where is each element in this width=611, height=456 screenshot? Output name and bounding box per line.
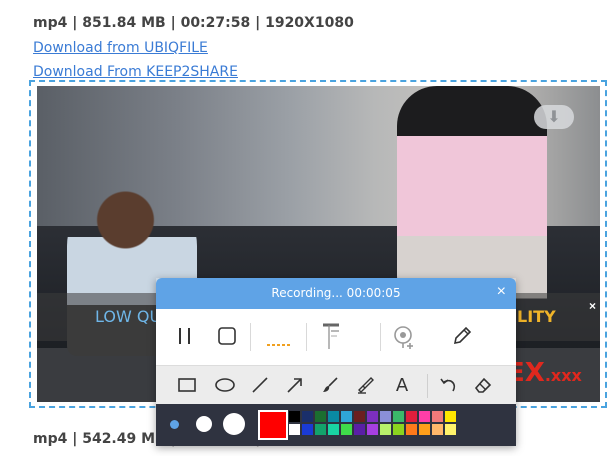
recording-controls-row: [156, 309, 516, 365]
brush-size-medium[interactable]: [196, 416, 212, 432]
webcam-icon: [394, 326, 413, 349]
ad-close-button[interactable]: ×: [589, 299, 596, 313]
separator: [380, 323, 381, 351]
recording-status: Recording... 00:00:05: [271, 286, 401, 300]
watermark-logo: EX.xxx: [507, 358, 582, 388]
color-swatch[interactable]: [301, 410, 314, 423]
eraser-icon: [474, 377, 492, 393]
color-swatch[interactable]: [327, 423, 340, 436]
color-swatch[interactable]: [327, 410, 340, 423]
drawing-tools-row: A: [156, 365, 516, 405]
color-swatch[interactable]: [444, 410, 457, 423]
separator: [306, 323, 307, 351]
color-palette: [288, 410, 457, 436]
color-swatch[interactable]: [431, 410, 444, 423]
color-swatch[interactable]: [366, 423, 379, 436]
color-swatch[interactable]: [418, 423, 431, 436]
brush-size-small[interactable]: [170, 420, 179, 429]
undo-button[interactable]: [437, 375, 459, 395]
eraser-tool[interactable]: [472, 375, 494, 395]
color-swatch[interactable]: [392, 423, 405, 436]
color-swatch[interactable]: [314, 423, 327, 436]
pause-icon: [179, 328, 190, 344]
color-swatch[interactable]: [431, 423, 444, 436]
pause-button[interactable]: [174, 323, 196, 349]
selected-color-swatch[interactable]: [258, 410, 288, 440]
file-meta-top: mp4 | 851.84 MB | 00:27:58 | 1920X1080: [33, 15, 354, 31]
arrow-tool[interactable]: [284, 375, 306, 395]
color-swatch[interactable]: [301, 423, 314, 436]
ad-banner-text-left: LOW QU: [95, 307, 162, 326]
stop-button[interactable]: [214, 323, 240, 349]
brush-size-large[interactable]: [223, 413, 245, 435]
line-style-button[interactable]: [264, 327, 294, 351]
ad-banner-text-right: LITY: [517, 307, 556, 326]
recording-header: Recording... 00:00:05 ×: [156, 278, 516, 309]
line-weight-button[interactable]: [318, 321, 344, 351]
color-swatch[interactable]: [379, 423, 392, 436]
color-swatch[interactable]: [340, 410, 353, 423]
highlighter-tool[interactable]: [354, 375, 376, 395]
color-swatch[interactable]: [288, 423, 301, 436]
close-recording-button[interactable]: ×: [497, 283, 506, 301]
brush-icon: [323, 377, 338, 392]
color-swatch[interactable]: [314, 410, 327, 423]
rectangle-icon: [178, 378, 196, 392]
separator: [250, 323, 251, 351]
color-swatch[interactable]: [288, 410, 301, 423]
ellipse-tool[interactable]: [214, 375, 236, 395]
color-swatch[interactable]: [444, 423, 457, 436]
webcam-button[interactable]: [390, 323, 416, 351]
color-swatch[interactable]: [379, 410, 392, 423]
brush-tool[interactable]: [319, 375, 341, 395]
text-tool[interactable]: A: [391, 373, 413, 397]
color-size-row: [156, 404, 516, 446]
ellipse-icon: [215, 378, 235, 392]
line-style-icon: [267, 344, 291, 346]
recording-panel: Recording... 00:00:05 × A: [156, 278, 516, 446]
cloud-download-icon[interactable]: ⬇: [534, 105, 574, 129]
stop-icon: [218, 327, 236, 345]
separator: [427, 374, 428, 398]
undo-icon: [440, 378, 456, 392]
arrow-icon: [287, 378, 302, 393]
color-swatch[interactable]: [353, 423, 366, 436]
highlighter-icon: [358, 377, 374, 394]
line-tool[interactable]: [249, 375, 271, 395]
color-swatch[interactable]: [405, 410, 418, 423]
download-ubiqfile-link[interactable]: Download from UBIQFILE: [33, 40, 208, 56]
color-swatch[interactable]: [353, 410, 366, 423]
color-swatch[interactable]: [405, 423, 418, 436]
text-icon: A: [395, 374, 409, 396]
rectangle-tool[interactable]: [176, 375, 198, 395]
color-swatch[interactable]: [340, 423, 353, 436]
color-swatch[interactable]: [366, 410, 379, 423]
annotate-button[interactable]: [449, 323, 475, 349]
line-icon: [252, 377, 268, 393]
download-keep2share-link[interactable]: Download From KEEP2SHARE: [33, 64, 238, 80]
color-swatch[interactable]: [392, 410, 405, 423]
color-swatch[interactable]: [418, 410, 431, 423]
line-weight-icon: [323, 323, 339, 349]
pencil-icon: [453, 326, 472, 345]
